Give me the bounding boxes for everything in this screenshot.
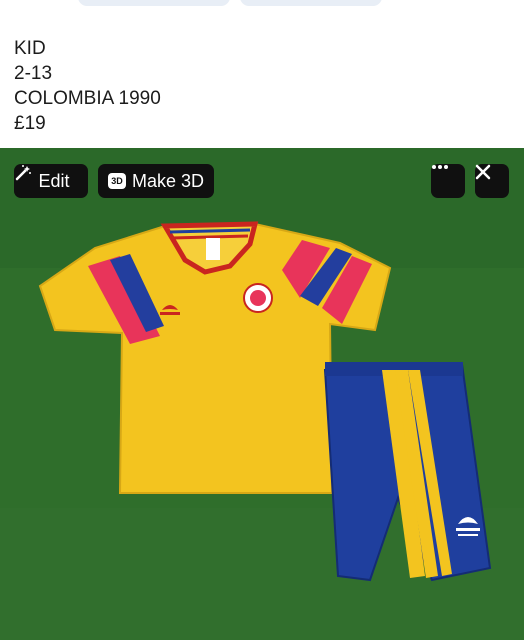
post-line-title: COLOMBIA 1990 xyxy=(14,88,161,109)
make-3d-label: Make 3D xyxy=(131,170,205,191)
kit-illustration xyxy=(0,148,524,640)
post-line-kid: KID xyxy=(14,38,46,59)
edit-button[interactable]: Edit xyxy=(14,164,88,198)
post-line-age-range: 2-13 xyxy=(14,63,53,84)
3d-icon: 3D xyxy=(107,173,126,189)
post-line-price: £19 xyxy=(14,113,46,134)
edit-label: Edit xyxy=(38,170,70,191)
close-button[interactable] xyxy=(475,164,509,198)
top-chip-left[interactable] xyxy=(78,0,230,6)
top-chip-right[interactable] xyxy=(240,0,382,6)
more-options-button[interactable] xyxy=(431,164,465,198)
product-photo[interactable]: Edit 3D Make 3D xyxy=(0,148,524,640)
post-text: KID 2-13 COLOMBIA 1990 £19 xyxy=(14,36,161,136)
shorts xyxy=(323,362,492,582)
make-3d-button[interactable]: 3D Make 3D xyxy=(98,164,214,198)
